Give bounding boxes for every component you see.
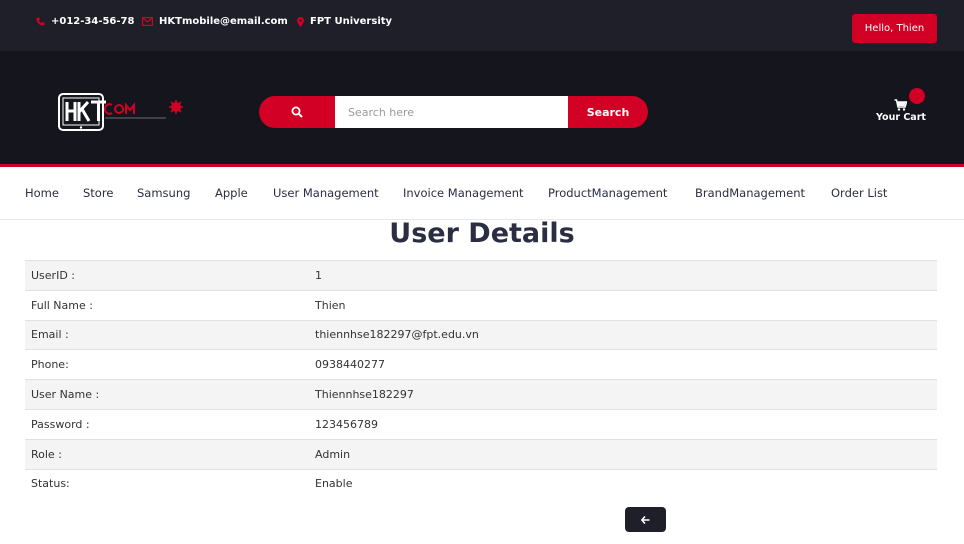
page-title: User Details [389, 218, 575, 249]
search-icon-button[interactable] [259, 96, 335, 128]
table-row: Phone: 0938440277 [25, 349, 937, 379]
nav-item-user-management[interactable]: User Management [273, 186, 379, 200]
contact-phone[interactable]: +012-34-56-78 [36, 16, 134, 27]
nav-item-home[interactable]: Home [25, 186, 59, 200]
main-header: Search Your Cart [0, 51, 964, 167]
phone-text: +012-34-56-78 [51, 16, 135, 27]
search-icon [291, 106, 303, 118]
field-value: Enable [315, 477, 353, 491]
field-label: Phone: [31, 358, 69, 372]
nav-item-samsung[interactable]: Samsung [137, 186, 190, 200]
field-label: Role : [31, 447, 62, 461]
table-row: User Name : Thiennhse182297 [25, 379, 937, 409]
field-label: Status: [31, 477, 70, 491]
field-label: UserID : [31, 268, 75, 282]
nav-item-store[interactable]: Store [83, 186, 113, 200]
cart-count-badge [909, 88, 925, 104]
cart-label: Your Cart [876, 112, 926, 123]
field-value: 0938440277 [315, 358, 385, 372]
nav-item-apple[interactable]: Apple [215, 186, 248, 200]
field-value: 123456789 [315, 417, 378, 431]
main-nav: Home Store Samsung Apple User Management… [0, 170, 964, 220]
cart-button[interactable]: Your Cart [872, 88, 930, 127]
field-value: Thien [315, 298, 346, 312]
map-marker-icon [297, 16, 304, 27]
phone-icon [36, 17, 45, 26]
table-row: Full Name : Thien [25, 289, 937, 320]
field-value: 1 [315, 268, 322, 282]
table-row: Email : thiennhse182297@fpt.edu.vn [25, 319, 937, 350]
contact-email[interactable]: HKTmobile@email.com [142, 16, 288, 27]
search-input[interactable] [335, 96, 568, 128]
site-logo[interactable] [58, 93, 193, 131]
arrow-left-icon [641, 515, 650, 524]
nav-item-brand-management[interactable]: BrandManagement [695, 186, 805, 200]
table-row: Role : Admin [25, 438, 937, 469]
contact-location[interactable]: FPT University [297, 16, 392, 27]
field-value: Thiennhse182297 [315, 388, 414, 402]
table-row: Password : 123456789 [25, 408, 937, 439]
email-text: HKTmobile@email.com [159, 16, 288, 27]
field-label: Password : [31, 417, 90, 431]
nav-item-order-list[interactable]: Order List [831, 186, 887, 200]
nav-item-invoice-management[interactable]: Invoice Management [403, 186, 524, 200]
search-bar: Search [259, 96, 648, 128]
user-greeting-button[interactable]: Hello, Thien [852, 14, 937, 43]
search-button[interactable]: Search [568, 96, 648, 128]
back-button[interactable] [625, 507, 666, 532]
user-details-table: UserID : 1 Full Name : Thien Email : thi… [25, 260, 937, 498]
field-value: thiennhse182297@fpt.edu.vn [315, 328, 479, 342]
location-text: FPT University [310, 16, 393, 27]
phone-logo-icon [58, 93, 183, 131]
field-label: Email : [31, 328, 69, 342]
table-row: Status: Enable [25, 468, 937, 499]
field-label: Full Name : [31, 298, 93, 312]
nav-item-product-management[interactable]: ProductManagement [548, 186, 667, 200]
field-label: User Name : [31, 388, 100, 402]
top-bar: +012-34-56-78 HKTmobile@email.com FPT Un… [0, 0, 964, 51]
envelope-icon [142, 17, 153, 26]
table-row: UserID : 1 [25, 260, 937, 290]
field-value: Admin [315, 447, 351, 461]
